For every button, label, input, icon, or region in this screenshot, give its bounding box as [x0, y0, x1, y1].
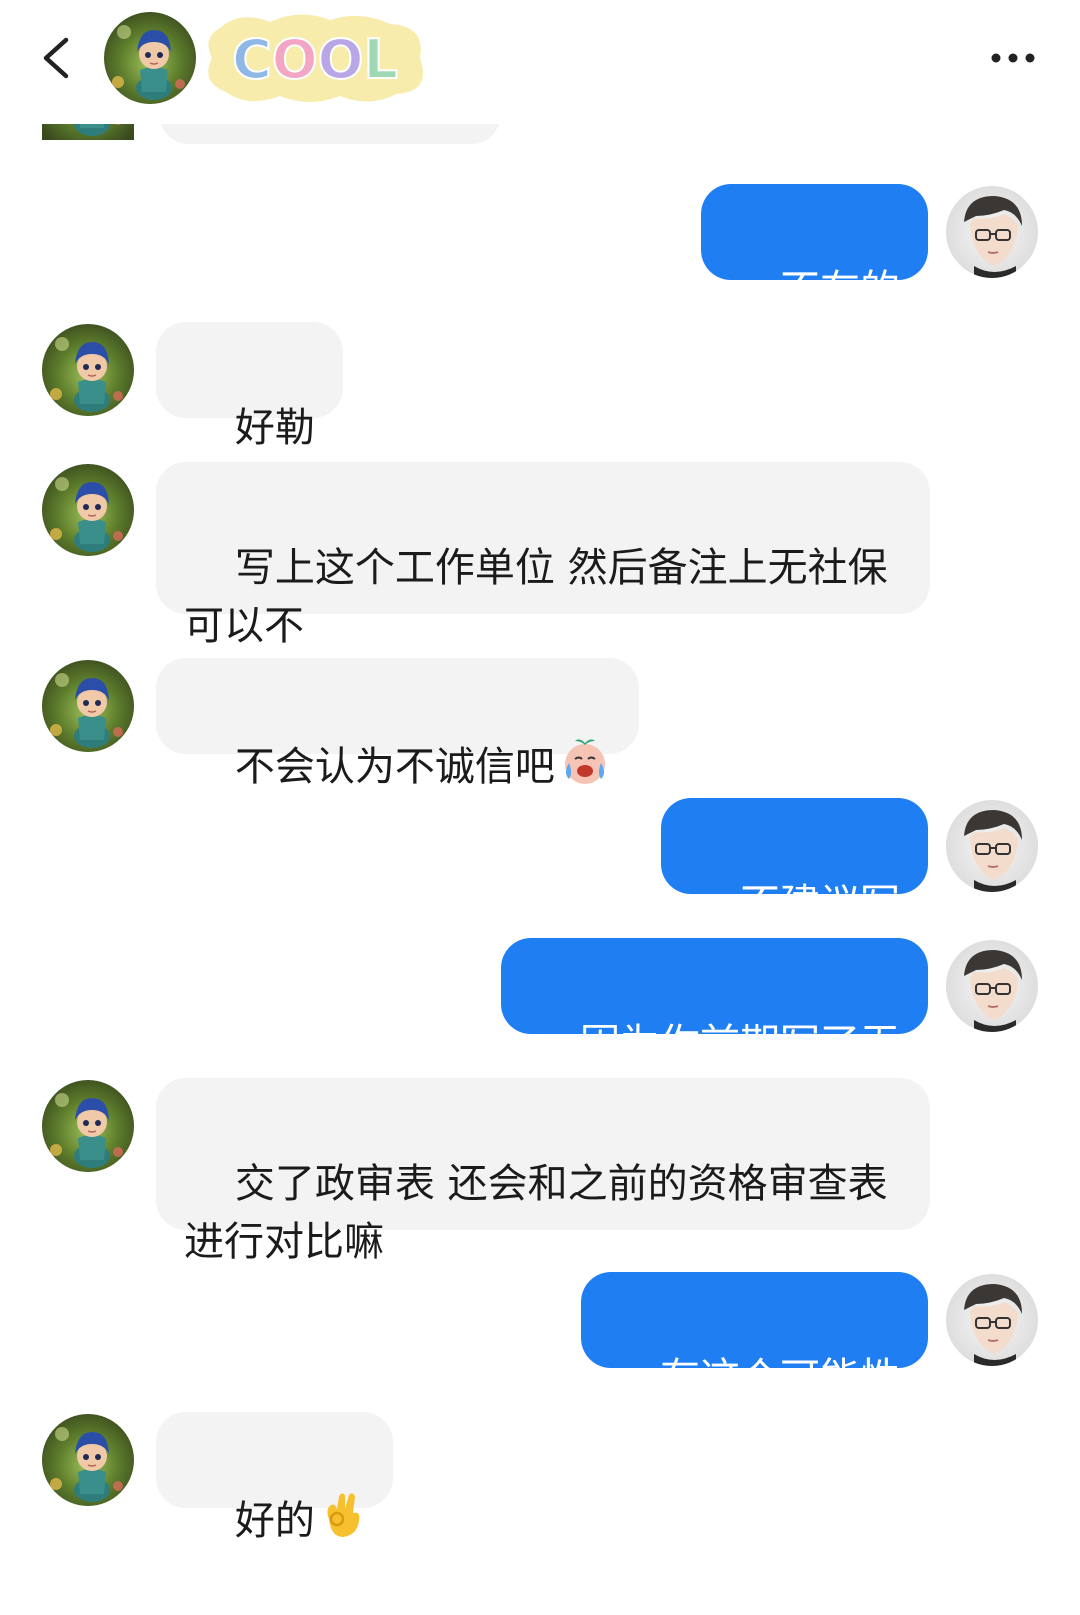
- message-text: 因为你前期写了无: [580, 1021, 900, 1067]
- message-text: 好的: [234, 1498, 315, 1544]
- message-text: 有这个可能性: [660, 1355, 900, 1401]
- message-text: 不会认为不诚信吧: [234, 744, 555, 790]
- my-avatar[interactable]: [946, 940, 1038, 1032]
- outgoing-message-bubble[interactable]: 不在的: [701, 184, 928, 313]
- contact-avatar[interactable]: [104, 12, 196, 104]
- chat-header: COOL: [0, 0, 1080, 124]
- contact-message-avatar[interactable]: [42, 324, 134, 416]
- contact-message-avatar[interactable]: [42, 1080, 134, 1172]
- my-avatar[interactable]: [946, 1274, 1038, 1366]
- chevron-left-icon[interactable]: [36, 36, 76, 80]
- message-text: 不建议写: [740, 881, 900, 927]
- message-text: 交了政审表 还会和之前的资格审查表进行对比嘛: [184, 1161, 888, 1265]
- my-avatar[interactable]: [946, 800, 1038, 892]
- contact-message-avatar[interactable]: [42, 1414, 134, 1506]
- outgoing-message-bubble[interactable]: 因为你前期写了无: [501, 938, 928, 1067]
- incoming-message-bubble[interactable]: 写上这个工作单位 然后备注上无社保可以不: [156, 462, 930, 649]
- incoming-message-bubble[interactable]: 交了政审表 还会和之前的资格审查表进行对比嘛: [156, 1078, 930, 1265]
- contact-message-avatar[interactable]: [42, 660, 134, 752]
- cool-logo-text: COOL: [232, 28, 398, 91]
- incoming-message-bubble[interactable]: 好勒: [156, 322, 343, 451]
- incoming-message-bubble[interactable]: 好的: [156, 1412, 393, 1544]
- ok-hand-emoji: [319, 1489, 365, 1557]
- outgoing-message-bubble[interactable]: 不建议写: [661, 798, 928, 927]
- incoming-message-bubble[interactable]: 不会认为不诚信吧: [156, 658, 639, 790]
- message-text: 好勒: [234, 405, 315, 451]
- message-text: 不在的: [780, 267, 900, 313]
- my-avatar[interactable]: [946, 186, 1038, 278]
- message-text: 写上这个工作单位 然后备注上无社保可以不: [184, 545, 888, 649]
- cool-logo: COOL: [200, 8, 430, 108]
- outgoing-message-bubble[interactable]: 有这个可能性: [581, 1272, 928, 1401]
- crying-laughing-emoji: [559, 735, 611, 803]
- contact-message-avatar[interactable]: [42, 464, 134, 556]
- more-horizontal-icon[interactable]: [990, 48, 1036, 68]
